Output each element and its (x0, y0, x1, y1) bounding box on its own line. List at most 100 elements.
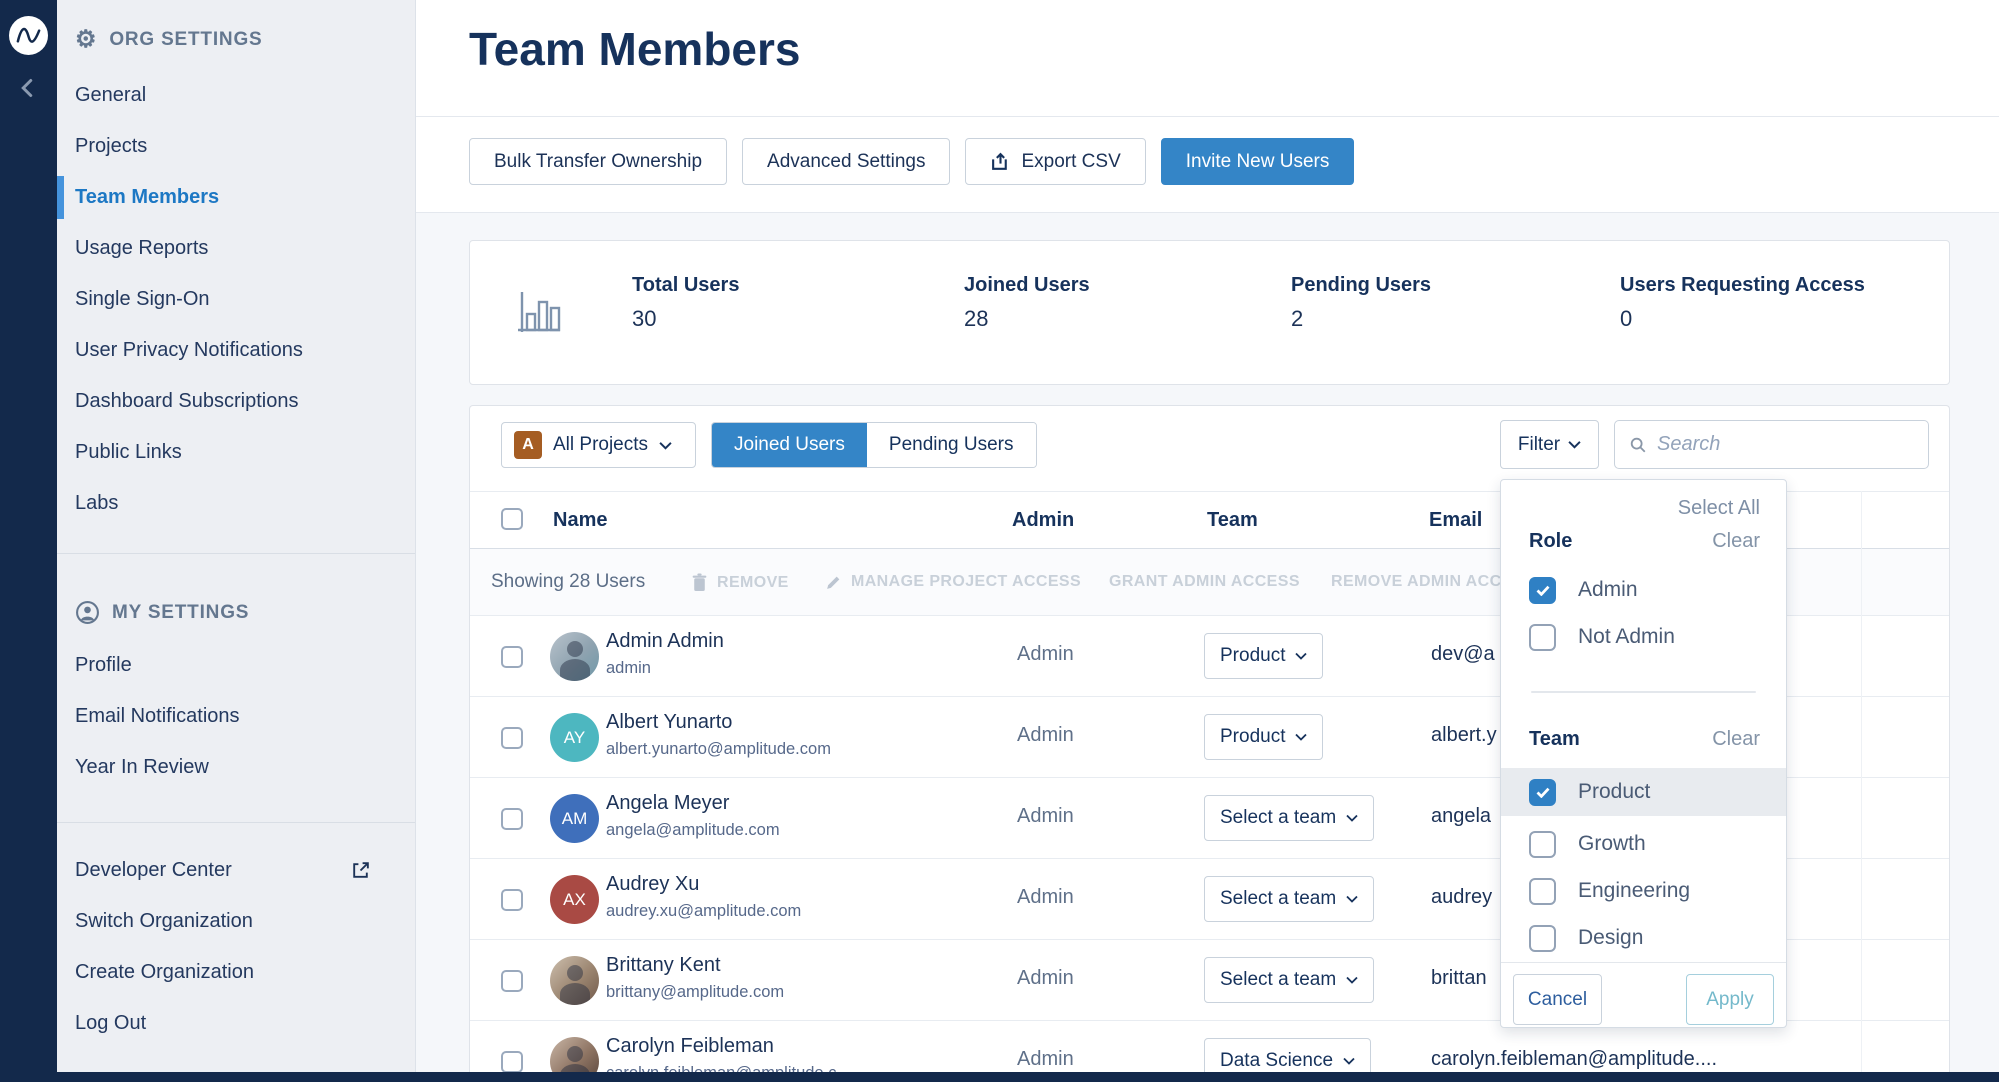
page-title: Team Members (469, 22, 801, 76)
amplitude-wave-icon (15, 22, 42, 49)
team-dropdown-label: Select a team (1220, 807, 1336, 829)
admin-cell: Admin (1017, 805, 1074, 828)
search-input[interactable] (1657, 433, 1914, 456)
checkbox[interactable] (1529, 779, 1556, 806)
stat-label: Joined Users (964, 274, 1090, 297)
select-all-checkbox[interactable] (501, 508, 523, 530)
sidebar-item-year-in-review[interactable]: Year In Review (57, 742, 415, 793)
team-dropdown[interactable]: Product (1204, 714, 1323, 760)
checkbox[interactable] (1529, 624, 1556, 651)
apply-button[interactable]: Apply (1686, 974, 1774, 1025)
row-checkbox[interactable] (501, 970, 523, 992)
avatar: AX (550, 875, 599, 924)
sidebar-item-user-privacy-notifications[interactable]: User Privacy Notifications (57, 325, 415, 376)
user-name: Brittany Kent (606, 954, 721, 977)
filter-option-product[interactable]: Product (1501, 768, 1786, 816)
filter-option-label: Growth (1578, 832, 1646, 856)
team-dropdown[interactable]: Select a team (1204, 876, 1374, 922)
export-csv-button[interactable]: Export CSV (965, 138, 1145, 185)
collapse-sidebar-button[interactable] (18, 78, 36, 103)
team-dropdown-label: Select a team (1220, 969, 1336, 991)
sidebar-item-general[interactable]: General (57, 70, 415, 121)
sidebar-item-dashboard-subscriptions[interactable]: Dashboard Subscriptions (57, 376, 415, 427)
filter-option-admin[interactable]: Admin (1501, 566, 1786, 614)
team-dropdown[interactable]: Product (1204, 633, 1323, 679)
filter-option-label: Design (1578, 926, 1643, 950)
sidebar-item-labs[interactable]: Labs (57, 478, 415, 529)
sidebar-item-log-out[interactable]: Log Out (57, 998, 415, 1049)
page-actions: Bulk Transfer Ownership Advanced Setting… (469, 138, 1354, 185)
row-checkbox[interactable] (501, 808, 523, 830)
project-selector[interactable]: A All Projects (501, 422, 696, 468)
user-subtext: audrey.xu@amplitude.com (606, 902, 801, 921)
sidebar-item-email-notifications[interactable]: Email Notifications (57, 691, 415, 742)
tab-pending-users[interactable]: Pending Users (867, 423, 1036, 467)
stat-value: 0 (1620, 306, 1632, 332)
sidebar-item-create-organization[interactable]: Create Organization (57, 947, 415, 998)
sidebar-item-team-members[interactable]: Team Members (57, 172, 415, 223)
my-settings-section-header: MY SETTINGS (75, 600, 249, 625)
team-section-title: Team (1529, 728, 1580, 751)
chevron-down-icon (1346, 814, 1358, 822)
checkbox[interactable] (1529, 878, 1556, 905)
sidebar-divider (57, 553, 415, 554)
grant-admin-access-action[interactable]: GRANT ADMIN ACCESS (1109, 573, 1300, 591)
amplitude-logo[interactable] (9, 16, 48, 55)
cancel-button[interactable]: Cancel (1513, 974, 1602, 1025)
bar-chart-icon (514, 286, 566, 343)
sidebar-item-switch-organization[interactable]: Switch Organization (57, 896, 415, 947)
filter-option-not-admin[interactable]: Not Admin (1501, 613, 1786, 661)
advanced-settings-button[interactable]: Advanced Settings (742, 138, 950, 185)
sidebar-item-single-sign-on[interactable]: Single Sign-On (57, 274, 415, 325)
project-selector-label: All Projects (553, 434, 648, 456)
manage-project-access-action[interactable]: MANAGE PROJECT ACCESS (825, 573, 1081, 591)
invite-new-users-button[interactable]: Invite New Users (1161, 138, 1355, 185)
bulk-transfer-ownership-button[interactable]: Bulk Transfer Ownership (469, 138, 727, 185)
filter-option-engineering[interactable]: Engineering (1501, 867, 1786, 915)
filter-option-label: Product (1578, 780, 1650, 804)
team-clear-link[interactable]: Clear (1712, 728, 1760, 751)
team-dropdown[interactable]: Select a team (1204, 795, 1374, 841)
filter-option-growth[interactable]: Growth (1501, 820, 1786, 868)
checkbox[interactable] (1529, 925, 1556, 952)
user-status-tabs: Joined Users Pending Users (711, 422, 1037, 468)
remove-admin-access-action[interactable]: REMOVE ADMIN ACC (1331, 573, 1502, 591)
avatar: AY (550, 713, 599, 762)
my-settings-label: MY SETTINGS (112, 602, 249, 624)
external-link-icon (350, 860, 371, 881)
chevron-down-icon (659, 441, 672, 450)
tab-joined-users[interactable]: Joined Users (712, 423, 867, 467)
column-header-email: Email (1429, 509, 1482, 532)
user-name: Carolyn Feibleman (606, 1035, 774, 1058)
stat-value: 2 (1291, 306, 1303, 332)
role-section-header: Role Clear (1529, 530, 1760, 553)
sidebar-item-developer-center[interactable]: Developer Center (57, 845, 415, 896)
select-all-link[interactable]: Select All (1678, 497, 1760, 520)
filter-button[interactable]: Filter (1500, 420, 1599, 469)
org-settings-section-header: ⚙ ORG SETTINGS (75, 28, 263, 52)
avatar: AM (550, 794, 599, 843)
checkbox[interactable] (1529, 577, 1556, 604)
sidebar-item-projects[interactable]: Projects (57, 121, 415, 172)
sidebar-item-public-links[interactable]: Public Links (57, 427, 415, 478)
row-checkbox[interactable] (501, 889, 523, 911)
remove-action[interactable]: REMOVE (691, 573, 789, 592)
row-checkbox[interactable] (501, 727, 523, 749)
user-subtext: brittany@amplitude.com (606, 983, 784, 1002)
row-checkbox[interactable] (501, 1051, 523, 1073)
team-dropdown[interactable]: Select a team (1204, 957, 1374, 1003)
filter-option-label: Not Admin (1578, 625, 1675, 649)
admin-cell: Admin (1017, 886, 1074, 909)
stat-value: 30 (632, 306, 656, 332)
developer-center-label: Developer Center (75, 859, 232, 881)
role-clear-link[interactable]: Clear (1712, 530, 1760, 553)
row-checkbox[interactable] (501, 646, 523, 668)
team-dropdown-label: Data Science (1220, 1050, 1333, 1072)
filter-option-design[interactable]: Design (1501, 914, 1786, 962)
checkbox[interactable] (1529, 831, 1556, 858)
user-name: Albert Yunarto (606, 711, 732, 734)
sidebar-item-profile[interactable]: Profile (57, 640, 415, 691)
chevron-down-icon (1343, 1057, 1355, 1065)
sidebar-item-usage-reports[interactable]: Usage Reports (57, 223, 415, 274)
stat-label: Pending Users (1291, 274, 1431, 297)
